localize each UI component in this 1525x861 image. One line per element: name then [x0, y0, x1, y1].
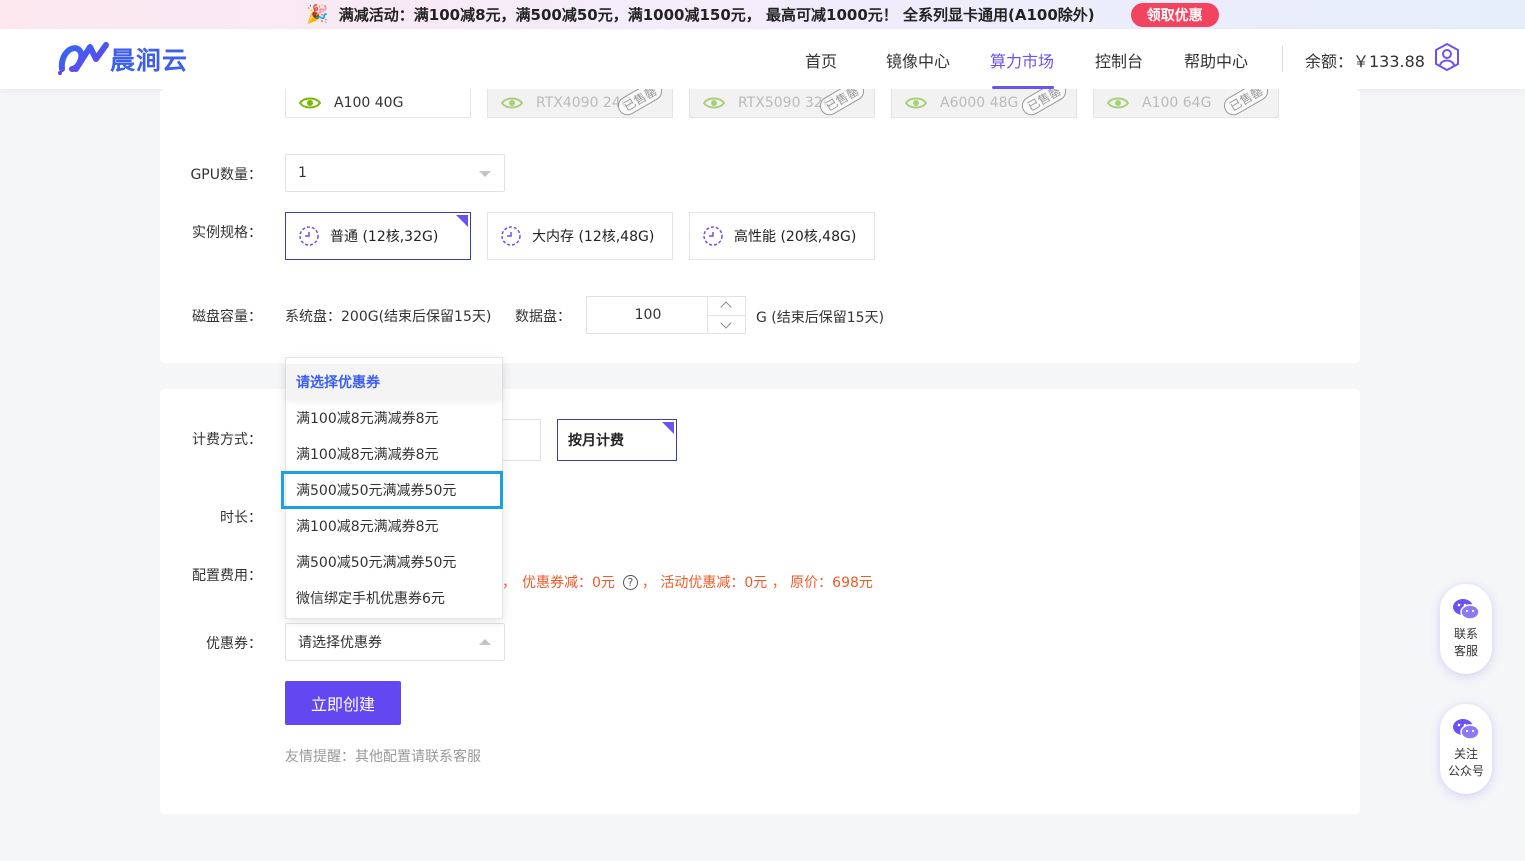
- data-disk-value[interactable]: 100: [587, 297, 709, 333]
- promo-banner: 🎉 满减活动：满100减8元，满500减50元，满1000减150元， 最高可减…: [0, 0, 1525, 29]
- create-button[interactable]: 立即创建: [285, 681, 401, 725]
- data-disk-stepper[interactable]: 100: [586, 296, 746, 334]
- gpu-card-label: A100 40G: [334, 95, 404, 111]
- party-popper-icon: 🎉: [306, 4, 329, 25]
- gpu-card-a100-40g[interactable]: A100 40G: [285, 89, 471, 118]
- tip-text: 友情提醒：其他配置请联系客服: [285, 749, 481, 765]
- coupon-select[interactable]: 请选择优惠券: [285, 623, 505, 661]
- spec-label: 实例规格：: [192, 225, 262, 241]
- gpu-card-rtx5090: RTX5090 32G 已售罄: [689, 89, 875, 118]
- chevron-up-icon: [479, 639, 491, 645]
- chevron-down-icon: [479, 171, 491, 177]
- nav-home[interactable]: 首页: [805, 48, 837, 72]
- header: 晨涧云 首页 镜像中心 算力市场 控制台 帮助中心 余额：￥133.88: [0, 29, 1525, 89]
- wechat-icon: [1453, 599, 1480, 620]
- coupon-option[interactable]: 微信绑定手机优惠券6元: [286, 580, 502, 616]
- sold-out-stamp: 已售罄: [614, 89, 666, 117]
- gpu-count-value: 1: [298, 165, 307, 181]
- main-nav: 首页 镜像中心 算力市场 控制台 帮助中心 余额：￥133.88: [0, 29, 1525, 89]
- system-disk-text: 系统盘：200G(结束后保留15天): [285, 309, 492, 325]
- coupon-label: 优惠券：: [206, 636, 262, 652]
- gpu-card-a100-64g: A100 64G 已售罄: [1093, 89, 1279, 118]
- wechat-icon: [1453, 719, 1480, 740]
- claim-discount-button[interactable]: 领取优惠: [1130, 2, 1219, 27]
- nav-divider: [1282, 46, 1283, 72]
- gpu-card-a6000: A6000 48G 已售罄: [891, 89, 1077, 118]
- nvidia-icon: [500, 97, 524, 109]
- spec-option-high-performance[interactable]: 高性能 (20核,48G): [689, 212, 875, 260]
- nvidia-icon: [702, 97, 726, 109]
- nav-help-center[interactable]: 帮助中心: [1184, 48, 1248, 72]
- nav-image-center[interactable]: 镜像中心: [886, 48, 950, 72]
- coupon-option-focus-ring: [281, 471, 503, 509]
- coupon-option[interactable]: 满500减50元满减券50元: [286, 544, 502, 580]
- sold-out-stamp: 已售罄: [1220, 89, 1272, 117]
- selected-corner-mark: [456, 215, 468, 227]
- gpu-count-label: GPU数量：: [190, 167, 262, 183]
- spec-option-large-memory[interactable]: 大内存 (12核,48G): [487, 212, 673, 260]
- coupon-option-placeholder[interactable]: 请选择优惠券: [286, 364, 502, 400]
- cpu-icon: [703, 226, 723, 246]
- promo-text: 满减活动：满100减8元，满500减50元，满1000减150元， 最高可减10…: [338, 6, 1095, 24]
- gpu-card-label: A6000 48G: [940, 95, 1019, 111]
- balance: 余额：￥133.88: [1305, 52, 1425, 71]
- coupon-select-value: 请选择优惠券: [298, 635, 382, 651]
- contact-service-button[interactable]: 联系 客服: [1440, 584, 1492, 674]
- sold-out-stamp: 已售罄: [1018, 89, 1070, 117]
- coupon-option[interactable]: 满100减8元满减券8元: [286, 400, 502, 436]
- disk-label: 磁盘容量：: [192, 309, 262, 325]
- sold-out-stamp: 已售罄: [816, 89, 868, 117]
- data-disk-unit: G (结束后保留15天): [756, 310, 885, 326]
- chevron-down-icon[interactable]: [720, 317, 732, 329]
- nav-console[interactable]: 控制台: [1095, 48, 1143, 72]
- fee-label: 配置费用：: [192, 568, 262, 584]
- follow-official-account-button[interactable]: 关注 公众号: [1440, 704, 1492, 794]
- chevron-up-icon[interactable]: [720, 301, 732, 313]
- coupon-option[interactable]: 满100减8元满减券8元: [286, 508, 502, 544]
- nav-compute-market[interactable]: 算力市场: [990, 48, 1054, 72]
- nvidia-icon: [1106, 97, 1130, 109]
- duration-label: 时长：: [220, 510, 262, 526]
- stepper-arrows: [707, 297, 745, 333]
- activity-discount-and-original-price: ， 活动优惠减：0元 ， 原价：698元: [641, 575, 873, 591]
- gpu-card-label: A100 64G: [1142, 95, 1212, 111]
- fee-breakdown: ， 优惠券减：0元 ? ， 活动优惠减：0元 ， 原价：698元: [502, 572, 873, 592]
- billing-label: 计费方式：: [192, 432, 262, 448]
- coupon-discount: 优惠券减：0元: [522, 575, 615, 591]
- spec-option-label: 普通 (12核,32G): [330, 229, 439, 245]
- cpu-icon: [501, 226, 521, 246]
- nvidia-icon: [298, 97, 322, 109]
- data-disk-label: 数据盘：: [515, 309, 571, 325]
- user-avatar-icon[interactable]: [1432, 42, 1462, 72]
- selected-corner-mark: [662, 422, 674, 434]
- help-icon[interactable]: ?: [622, 574, 638, 590]
- cpu-icon: [299, 226, 319, 246]
- gpu-card-rtx4090: RTX4090 24G 已售罄: [487, 89, 673, 118]
- coupon-option[interactable]: 满100减8元满减券8元: [286, 436, 502, 472]
- billing-option-label: 按月计费: [568, 433, 624, 449]
- nvidia-icon: [904, 97, 928, 109]
- billing-option-monthly[interactable]: 按月计费: [557, 419, 677, 461]
- spec-option-label: 大内存 (12核,48G): [532, 229, 655, 245]
- spec-option-label: 高性能 (20核,48G): [734, 229, 857, 245]
- spec-option-standard[interactable]: 普通 (12核,32G): [285, 212, 471, 260]
- gpu-count-select[interactable]: 1: [285, 154, 505, 192]
